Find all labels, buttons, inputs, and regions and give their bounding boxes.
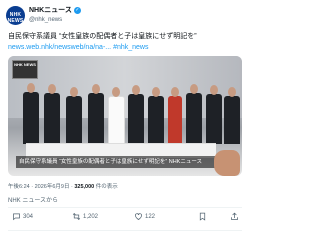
repost-button[interactable]: 1,202 [72,212,98,222]
post-meta: 午後6:24 · 2026年6月9日 · 325,000 件の表示 [8,182,118,190]
person-head [27,83,35,93]
hand [214,150,240,176]
translation-note[interactable]: NHK ニュースから [8,195,58,204]
account-name[interactable]: NHKニュース ✓ [29,6,81,15]
post-header: NHK NEWS NHKニュース ✓ @nhk_news [6,6,244,26]
repost-icon [72,212,81,221]
person-head [112,87,120,97]
person-head [190,84,198,94]
reply-count: 304 [23,214,34,221]
person-head [70,87,78,97]
post-timestamp[interactable]: 午後6:24 · 2026年6月9日 · [8,184,73,190]
person [224,96,240,144]
person-head [210,85,218,95]
like-button[interactable]: 122 [134,212,155,222]
action-bar: 304 1,202 122 [8,212,242,226]
person-head [171,87,179,97]
person [148,96,164,144]
person [186,93,202,144]
post-link[interactable]: news.web.nhk/newsweb/na/na-... [8,44,111,51]
person [128,94,144,144]
person-head [48,84,56,94]
person [23,92,39,144]
post-links: news.web.nhk/newsweb/na/na-... #nhk_news [8,43,244,53]
repost-count: 1,202 [83,214,99,221]
divider [8,230,242,231]
post-text: 自民保守系議員 “女性皇族の配偶者と子は皇族にせず明記を” [8,33,197,40]
share-button[interactable] [230,212,241,222]
person-head [132,85,140,95]
avatar-logo: NHK NEWS [7,12,24,24]
divider [8,207,242,208]
account-handle[interactable]: @nhk_news [29,16,62,24]
video-nhk-logo: NHK NEWS [12,60,38,79]
share-icon [231,212,238,220]
reply-icon [13,213,20,221]
hashtag[interactable]: #nhk_news [113,44,148,51]
view-count: 325,000 [74,184,95,190]
person [108,96,125,146]
verified-icon: ✓ [73,6,81,14]
person [206,94,222,144]
bookmark-button[interactable] [198,212,209,222]
account-name-text[interactable]: NHKニュース [29,7,72,14]
avatar[interactable]: NHK NEWS [6,6,25,25]
person-head [228,87,236,97]
person-head [152,87,160,97]
view-label: 件の表示 [95,184,118,190]
person [88,93,104,144]
video-player[interactable]: NHK NEWS 自民保守系議員 “女性皇族の配偶者と子は皇族にせず明記を” N… [8,56,242,176]
person [66,96,82,144]
video-caption: 自民保守系議員 “女性皇族の配偶者と子は皇族にせず明記を” NHKニュース [16,156,237,168]
heart-icon [135,213,142,220]
like-count: 122 [145,214,156,221]
person [44,93,60,144]
bookmark-icon [199,212,206,221]
person [168,96,182,144]
reply-button[interactable]: 304 [12,212,33,222]
person-head [92,84,100,94]
